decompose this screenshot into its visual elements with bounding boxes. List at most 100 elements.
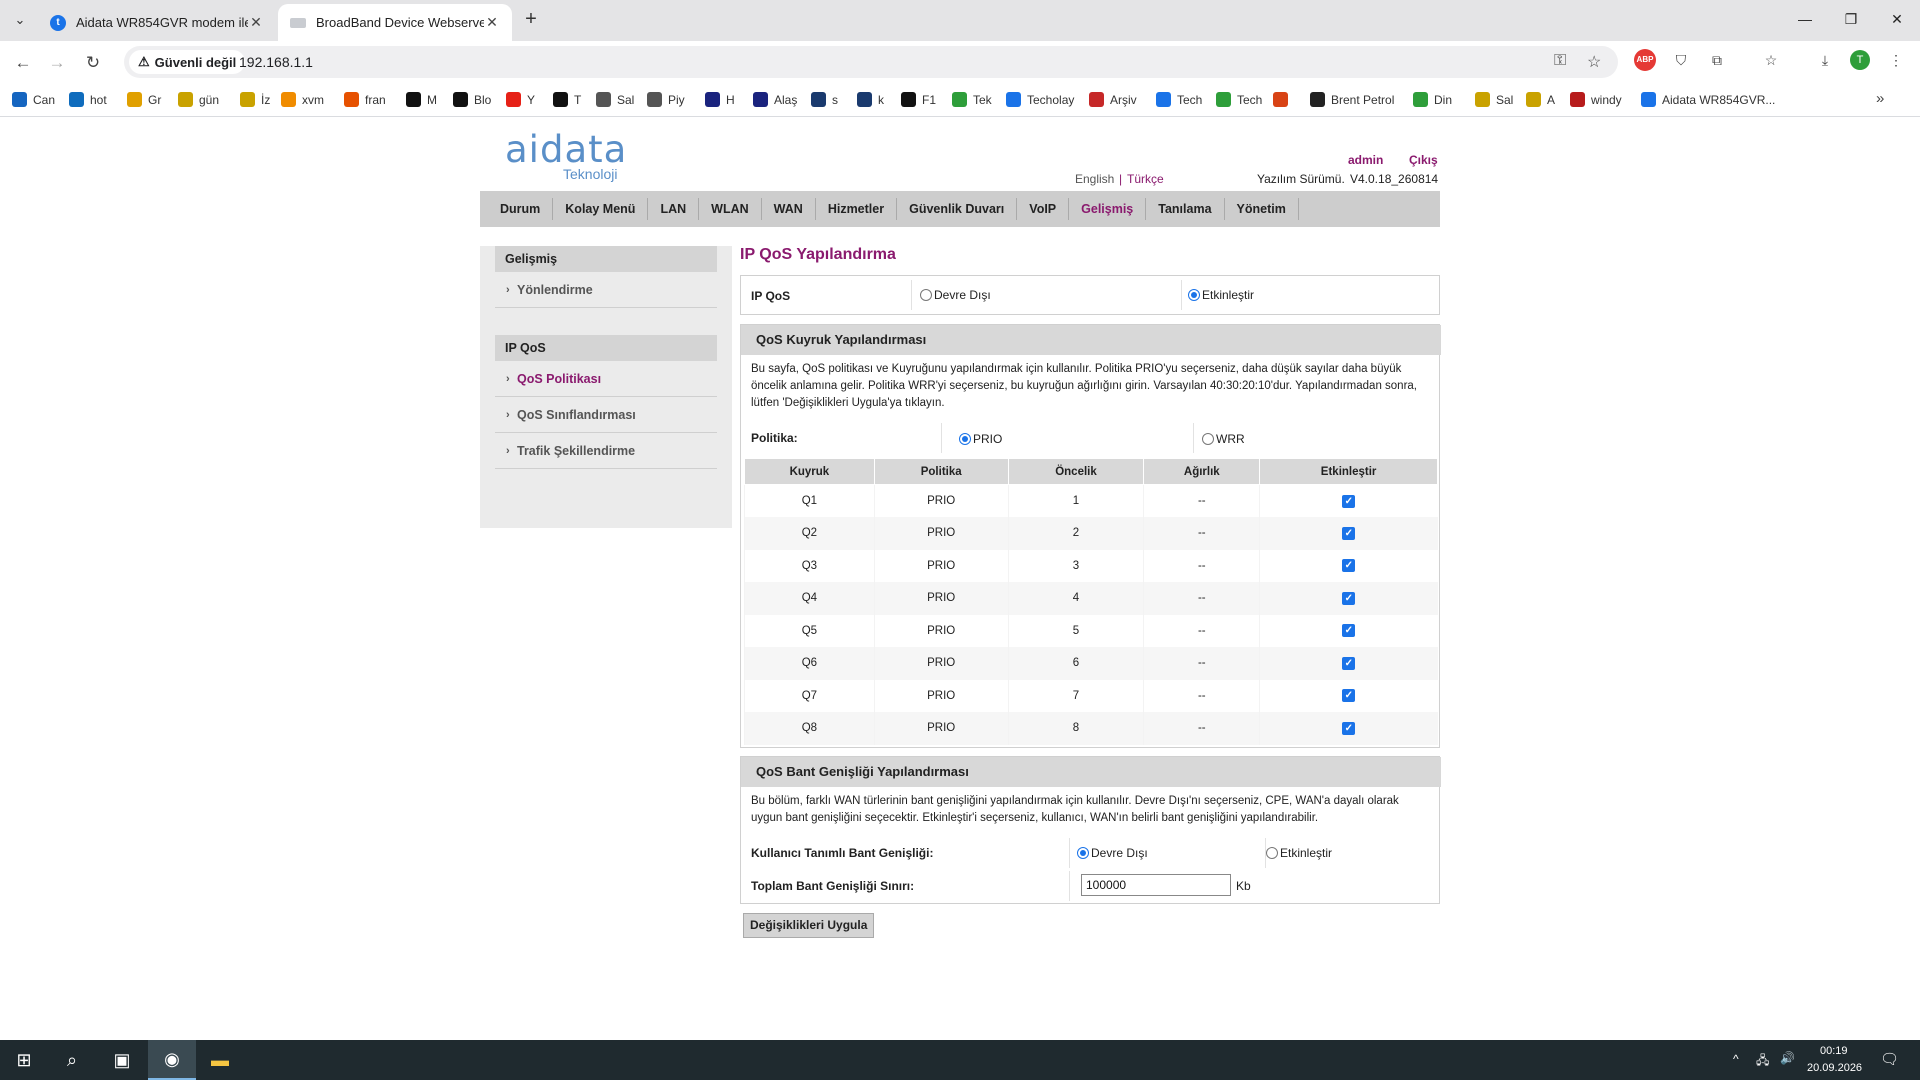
policy-wrr-radio[interactable]: WRR [1202,432,1245,446]
bookmark-item[interactable]: Tek [952,92,992,107]
forward-arrow-icon[interactable]: → [44,50,70,76]
policy-prio-radio[interactable]: PRIO [959,432,1002,446]
bookmark-item[interactable] [1273,92,1294,107]
bookmark-item[interactable]: k [857,92,884,107]
queue-enable-checkbox[interactable]: ✓ [1342,624,1356,638]
queue-enable-checkbox[interactable]: ✓ [1342,494,1356,508]
bookmark-item[interactable]: Gr [127,92,161,107]
ipqos-enable-radio[interactable]: Etkinleştir [1188,288,1254,302]
close-window-icon[interactable]: ✕ [1874,0,1920,38]
logout-link[interactable]: Çıkış [1409,153,1438,167]
security-chip[interactable]: ⚠ Güvenli değil [129,50,246,74]
bookmark-item[interactable]: A [1526,92,1555,107]
download-icon[interactable]: ⤓ [1814,49,1836,71]
bookmark-item[interactable]: windy [1570,92,1622,107]
sidebar-item-traffic-shaping[interactable]: Trafik Şekillendirme [495,433,717,469]
nav-kolay-menu[interactable]: Kolay Menü [553,198,649,220]
bookmark-item[interactable]: İz [240,92,270,107]
browser-tab-aidata-article[interactable]: t Aidata WR854GVR modem ile b ✕ [38,4,276,41]
restore-icon[interactable]: ❐ [1828,0,1874,38]
favorites-icon[interactable]: ☆ [1760,49,1782,71]
nav-hizmetler[interactable]: Hizmetler [816,198,898,220]
more-bookmarks-chevron-icon[interactable]: » [1876,90,1884,107]
more-menu-icon[interactable]: ⋮ [1885,49,1907,71]
adblock-extension-icon[interactable]: ABP [1634,49,1656,71]
nav-yonetim[interactable]: Yönetim [1225,198,1299,220]
bookmark-star-icon[interactable]: ☆ [1587,52,1601,72]
queue-enable-checkbox[interactable]: ✓ [1342,689,1356,703]
network-icon[interactable]: 🖧 [1756,1051,1769,1072]
minimize-icon[interactable]: — [1782,0,1828,38]
key-icon[interactable]: ⚿ [1554,52,1566,70]
sidebar-item-qos-policy[interactable]: QoS Politikası [495,361,717,397]
bookmark-item[interactable]: T [553,92,581,107]
windows-start-icon[interactable]: ⊞ [0,1040,48,1080]
sidebar-item-qos-classification[interactable]: QoS Sınıflandırması [495,397,717,433]
queue-enable-checkbox[interactable]: ✓ [1342,526,1356,540]
bookmark-item[interactable]: Sal [596,92,634,107]
nav-guvenlik-duvari[interactable]: Güvenlik Duvarı [897,198,1018,220]
search-icon[interactable]: ⌕ [48,1040,96,1080]
browser-tab-router[interactable]: BroadBand Device Webserver ✕ [278,4,512,41]
bookmark-item[interactable]: Tech [1156,92,1202,107]
bookmark-item[interactable]: Piy [647,92,685,107]
queue-enable-checkbox[interactable]: ✓ [1342,559,1356,573]
clock-time[interactable]: 00:19 [1820,1045,1848,1057]
bookmark-item[interactable]: F1 [901,92,936,107]
queue-enable-checkbox[interactable]: ✓ [1342,656,1356,670]
bookmark-item[interactable]: gün [178,92,219,107]
reload-icon[interactable]: ↻ [80,50,106,76]
nav-voip[interactable]: VoIP [1017,198,1070,220]
ipqos-disable-radio[interactable]: Devre Dışı [920,288,991,302]
nav-gelismis[interactable]: Gelişmiş [1069,198,1147,220]
queue-enable-checkbox[interactable]: ✓ [1342,721,1356,735]
bookmark-item[interactable]: Y [506,92,535,107]
lang-english-link[interactable]: English [1075,172,1114,186]
bookmark-item[interactable]: H [705,92,735,107]
nav-tanilama[interactable]: Tanılama [1146,198,1225,220]
total-bandwidth-input[interactable] [1081,874,1231,896]
bookmark-item[interactable]: M [406,92,437,107]
volume-icon[interactable]: 🔊 [1780,1051,1795,1065]
bookmark-item[interactable]: Arşiv [1089,92,1137,107]
nav-wan[interactable]: WAN [762,198,816,220]
bookmark-item[interactable]: fran [344,92,386,107]
bookmark-item[interactable]: Aidata WR854GVR... [1641,92,1775,107]
bookmark-item[interactable]: Din [1413,92,1452,107]
chrome-taskbar-icon[interactable]: ◉ [148,1040,196,1080]
bookmark-item[interactable]: xvm [281,92,324,107]
apply-changes-button[interactable]: Değişiklikleri Uygula [743,913,875,938]
user-bandwidth-enable-radio[interactable]: Etkinleştir [1266,846,1332,860]
tab-search-chevron-icon[interactable]: ⌄ [8,8,32,32]
clock-date[interactable]: 20.09.2026 [1807,1062,1862,1074]
nav-durum[interactable]: Durum [488,198,554,220]
extensions-puzzle-icon[interactable]: ⧉ [1706,49,1728,71]
notification-icon[interactable]: 🗨 [1880,1050,1899,1068]
bookmark-item[interactable]: hot [69,92,107,107]
queue-enable-checkbox[interactable]: ✓ [1342,591,1356,605]
bookmark-item[interactable]: Tech [1216,92,1262,107]
task-view-icon[interactable]: ▣ [98,1040,146,1080]
lang-turkish-link[interactable]: Türkçe [1127,172,1164,186]
new-tab-plus-icon[interactable]: + [520,9,542,31]
url-text[interactable]: 192.168.1.1 [239,54,313,70]
file-explorer-icon[interactable]: ▬ [196,1040,244,1080]
shield-extension-icon[interactable]: ⛉ [1670,49,1692,71]
bookmark-item[interactable]: Brent Petrol [1310,92,1394,107]
bookmark-item[interactable]: Blo [453,92,491,107]
back-arrow-icon[interactable]: ← [10,50,36,76]
tray-chevron-icon[interactable]: ^ [1733,1052,1739,1066]
nav-wlan[interactable]: WLAN [699,198,762,220]
address-bar[interactable]: ⚠ Güvenli değil 192.168.1.1 ⚿ ☆ [124,46,1618,78]
user-bandwidth-disable-radio[interactable]: Devre Dışı [1077,846,1148,860]
bookmark-item[interactable]: Can [12,92,55,107]
bookmark-item[interactable]: Techolay [1006,92,1074,107]
bookmark-item[interactable]: s [811,92,838,107]
profile-avatar[interactable]: T [1850,50,1870,70]
bookmark-item[interactable]: Alaş [753,92,797,107]
close-tab-icon[interactable]: ✕ [248,14,264,31]
bookmark-item[interactable]: Sal [1475,92,1513,107]
close-tab-icon[interactable]: ✕ [484,14,500,31]
nav-lan[interactable]: LAN [648,198,700,220]
sidebar-item-yonlendirme[interactable]: Yönlendirme [495,272,717,308]
